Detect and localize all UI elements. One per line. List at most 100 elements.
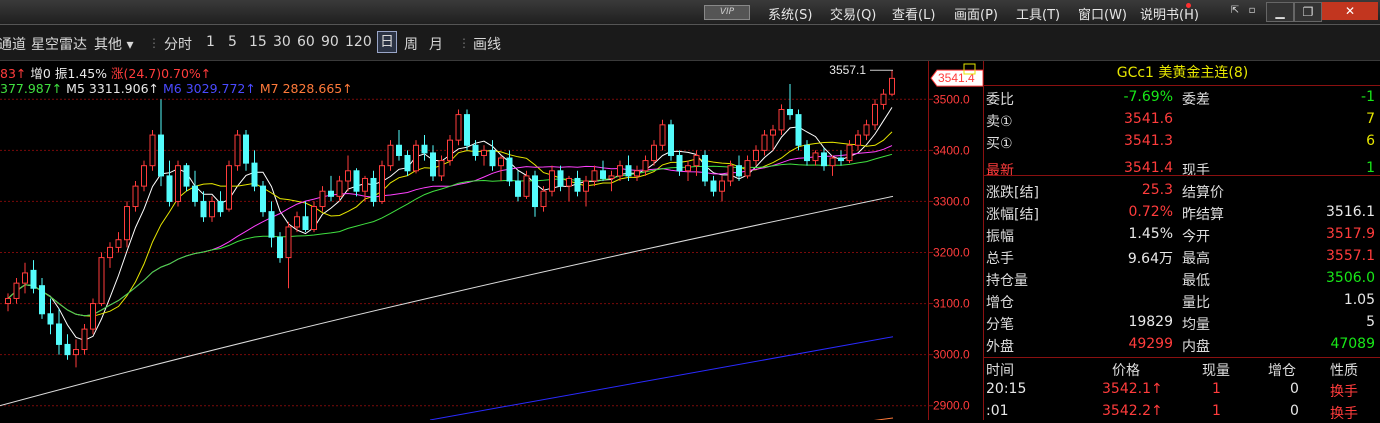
ma9-line <box>429 336 894 420</box>
divider <box>984 357 1380 358</box>
quote-value: 25.3 <box>1141 182 1173 198</box>
ma5-label: M5 <box>66 81 85 96</box>
toolbar-draw-line[interactable]: 画线 <box>473 34 501 54</box>
candle-body <box>158 134 164 177</box>
quote-value: 3541.6 <box>1124 111 1173 127</box>
quote-panel: GCc1 美黄金主连(8) 委比 -7.69% 委差 -1 卖① 3541.6 7 买① 354… <box>983 61 1380 422</box>
quote-label: 分笔 <box>986 317 1014 333</box>
menu-system[interactable]: 系统(S) <box>768 4 812 23</box>
candle-body <box>880 93 887 105</box>
menu-window[interactable]: 窗口(W) <box>1078 4 1127 23</box>
candlestick-chart[interactable]: 3557.1 <box>0 61 928 420</box>
quote-label: 委比 <box>986 92 1014 108</box>
period-week[interactable]: 周 <box>404 34 418 54</box>
pin-icon[interactable]: ⇱ <box>1228 2 1242 20</box>
candle-body <box>651 144 657 162</box>
candle-body <box>489 149 496 167</box>
quote-row: 外盘 49299 内盘 47089 <box>984 334 1380 356</box>
period-15m[interactable]: 15 <box>249 34 267 50</box>
quote-label-2: 委差 <box>1182 92 1210 108</box>
candle-body <box>770 129 776 136</box>
quote-row: 委比 -7.69% 委差 -1 <box>984 87 1380 109</box>
menu-view[interactable]: 查看(L) <box>892 4 935 23</box>
candle-body <box>710 180 717 192</box>
candle-body <box>617 165 623 177</box>
candle-body <box>192 185 198 202</box>
period-120m[interactable]: 120 <box>345 34 372 50</box>
quote-label-2: 均量 <box>1182 317 1210 333</box>
period-toolbar: 通道 星空雷达 其他 ▾ ⋮ 分时 1 5 15 30 60 90 120 日 … <box>0 25 1380 61</box>
axis-tick-label: 3300.0 <box>933 194 970 208</box>
quote-value-2: 6 <box>1366 133 1375 149</box>
candle-body <box>838 157 844 162</box>
candle-body <box>676 154 683 172</box>
toolbar-star-radar[interactable]: 星空雷达 <box>31 34 87 54</box>
info-oi-change: 增0 <box>30 66 51 81</box>
candle-body <box>447 139 453 162</box>
period-90m[interactable]: 90 <box>321 34 339 50</box>
quote-row: 总手 9.64万 最高 3557.1 <box>984 246 1380 268</box>
period-1m[interactable]: 1 <box>206 34 215 50</box>
candle-body <box>557 170 564 187</box>
quote-label-2: 最低 <box>1182 273 1210 289</box>
candle-body <box>583 180 589 192</box>
candle-body <box>166 175 173 202</box>
candle-body <box>778 109 785 131</box>
menu-tools[interactable]: 工具(T) <box>1016 4 1060 23</box>
period-day[interactable]: 日 <box>377 31 397 53</box>
candle-body <box>81 328 88 351</box>
period-intraday[interactable]: 分时 <box>164 34 192 54</box>
toolbar-separator: ⋮ <box>148 36 160 50</box>
period-60m[interactable]: 60 <box>297 34 315 50</box>
divider <box>984 85 1380 86</box>
quote-value-2: 3557.1 <box>1326 248 1375 264</box>
float-icon[interactable]: ▫ <box>1245 2 1259 20</box>
candle-body <box>761 134 768 151</box>
candle-body <box>328 190 334 197</box>
period-30m[interactable]: 30 <box>273 34 291 50</box>
vip-badge[interactable]: VIP <box>704 5 750 20</box>
quote-value: 49299 <box>1128 336 1173 352</box>
toolbar-other-dropdown[interactable]: 其他 ▾ <box>94 34 133 54</box>
quote-label: 外盘 <box>986 339 1014 355</box>
candle-body <box>472 144 479 156</box>
candle-body <box>872 103 878 126</box>
ma4-value: 377.987↑ <box>0 81 63 96</box>
quote-label-2: 昨结算 <box>1182 207 1224 223</box>
candle-body <box>387 144 394 167</box>
restore-button[interactable]: ❐ <box>1294 2 1322 22</box>
tick-cell-p: 3542.1↑ <box>1102 381 1163 397</box>
period-month[interactable]: 月 <box>429 34 443 54</box>
candle-body <box>243 134 249 164</box>
ma7-value: 2828.665↑ <box>282 81 353 96</box>
candle-body <box>115 239 122 248</box>
candle-body <box>566 177 572 187</box>
candle-body <box>642 160 649 172</box>
quote-value-2: 3517.9 <box>1326 226 1375 242</box>
candle-body <box>379 165 385 202</box>
tick-cell-oi: 0 <box>1290 403 1299 419</box>
info-amplitude: 振1.45% <box>54 66 108 81</box>
candle-body <box>719 180 725 192</box>
candle-body <box>668 124 674 156</box>
candle-body <box>141 165 147 187</box>
candle-body <box>175 165 181 202</box>
close-button[interactable]: ✕ <box>1322 2 1378 20</box>
tick-col-header: 性质 <box>1330 363 1358 379</box>
candle-body <box>200 200 207 218</box>
candle-body <box>855 134 861 146</box>
candle-body <box>821 152 827 167</box>
candle-body <box>804 144 810 162</box>
candle-body <box>787 109 793 116</box>
menu-trade[interactable]: 交易(Q) <box>830 4 876 23</box>
toolbar-channel[interactable]: 通道 <box>0 34 26 54</box>
minimize-button[interactable]: ▁ <box>1266 2 1294 22</box>
candle-body <box>107 246 113 259</box>
menu-screen[interactable]: 画面(P) <box>954 4 998 23</box>
tick-col-header: 现量 <box>1202 363 1230 379</box>
candle-body <box>659 124 666 146</box>
instrument-title: GCc1 美黄金主连(8) <box>1116 65 1249 81</box>
quote-label: 涨跌[结] <box>986 185 1039 201</box>
period-5m[interactable]: 5 <box>228 34 237 50</box>
candle-body <box>353 170 360 192</box>
